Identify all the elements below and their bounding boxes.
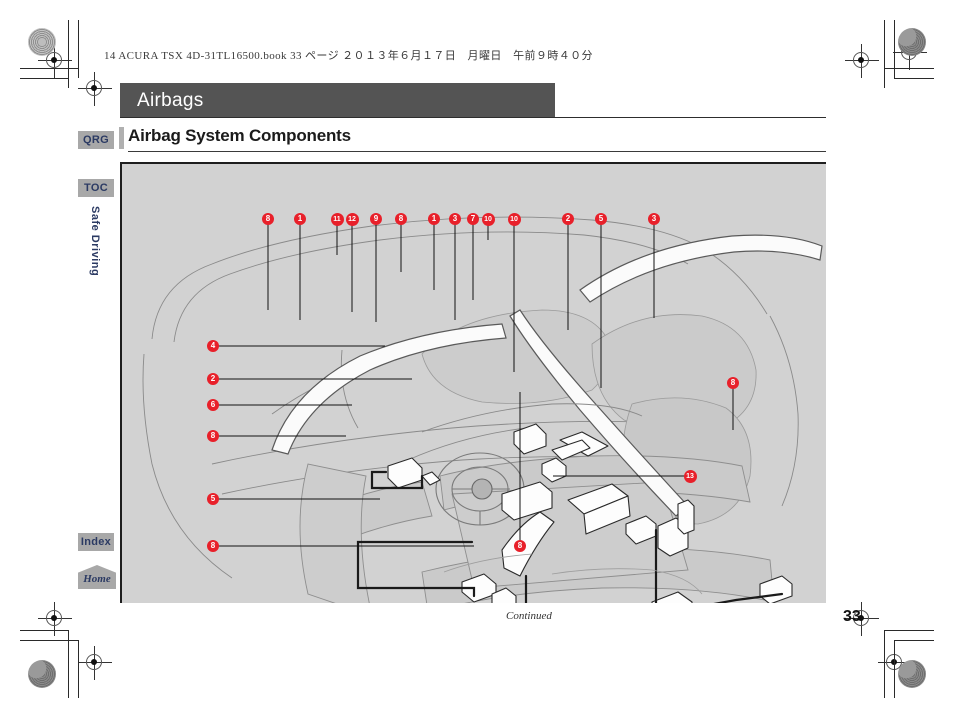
side-airbag-arm — [677, 499, 695, 535]
crop-line — [20, 78, 68, 79]
sensor-connector — [421, 471, 441, 486]
crop-line — [884, 630, 934, 631]
registration-mark-top-left-inner — [78, 72, 112, 106]
continued-label: Continued — [506, 610, 552, 622]
crop-line — [884, 68, 934, 69]
rear-sensor-module — [651, 591, 693, 603]
crop-line — [20, 630, 68, 631]
sidebar-item-label: TOC — [84, 182, 108, 194]
sidebar-item-label: Home — [83, 573, 111, 585]
crop-line — [78, 640, 79, 698]
crop-line — [894, 78, 934, 79]
crop-line — [894, 20, 895, 78]
page-number: 33 — [843, 608, 861, 625]
halftone-dot-bottom-right — [898, 660, 926, 688]
crop-line — [68, 20, 69, 88]
chapter-title-bar: Airbags — [120, 83, 555, 118]
crop-line — [894, 640, 895, 698]
registration-mark-top-right — [845, 44, 879, 78]
crop-line — [884, 630, 885, 698]
chapter-tab-label: Safe Driving — [89, 206, 101, 277]
sidebar-item-qrg[interactable]: QRG — [78, 131, 114, 149]
sidebar-item-toc[interactable]: TOC — [78, 179, 114, 197]
sidebar-item-label: Index — [80, 536, 112, 548]
diagram-svg — [142, 216, 823, 603]
title-divider — [120, 117, 826, 118]
crop-line — [884, 20, 885, 88]
crop-line — [78, 20, 79, 78]
print-header-text: 14 ACURA TSX 4D-31TL16500.book 33 ページ ２０… — [104, 50, 593, 62]
crop-line — [20, 68, 78, 69]
page-title: Airbag System Components — [128, 126, 351, 145]
airbag-components-diagram — [120, 162, 826, 603]
sidebar-item-label: QRG — [83, 134, 109, 146]
registration-mark-bottom-left-inner — [78, 646, 112, 680]
crop-line — [894, 640, 934, 641]
sensor-module — [513, 423, 547, 455]
halftone-dot-top-left — [28, 28, 56, 56]
section-divider — [128, 151, 826, 152]
section-accent-bar — [119, 127, 124, 149]
chapter-title: Airbags — [137, 90, 204, 111]
halftone-dot-bottom-left — [28, 660, 56, 688]
halftone-dot-top-right — [898, 28, 926, 56]
crop-line — [20, 640, 78, 641]
sidebar-item-index[interactable]: Index — [78, 533, 114, 551]
sidebar-item-home[interactable]: Home — [78, 565, 116, 589]
